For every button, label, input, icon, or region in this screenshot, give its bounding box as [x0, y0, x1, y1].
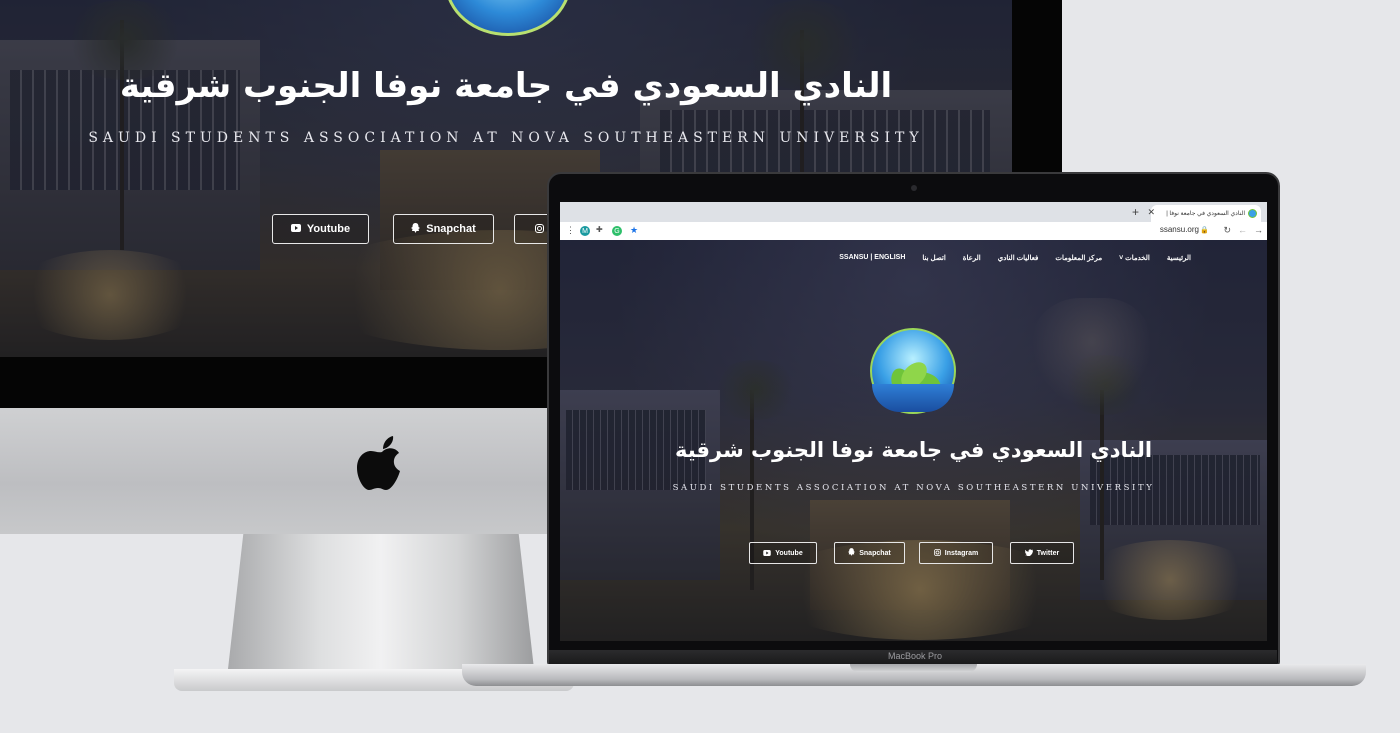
browser-menu-icon[interactable]: ⋮: [566, 225, 575, 236]
instagram-icon: [535, 223, 544, 235]
macbook-notch: [850, 664, 977, 672]
nav-english[interactable]: SSANSU | ENGLISH: [839, 254, 905, 262]
nav-services[interactable]: الخدمات ˅: [1119, 254, 1150, 262]
snapchat-button[interactable]: Snapchat: [834, 542, 905, 564]
nav-sponsors[interactable]: الرعاة: [963, 254, 981, 262]
youtube-icon: [763, 549, 771, 558]
imac-youtube-label: Youtube: [306, 223, 351, 235]
back-icon[interactable]: ←: [1238, 225, 1247, 235]
instagram-icon: [933, 548, 941, 558]
snapchat-icon: [411, 223, 421, 235]
close-tab-icon[interactable]: ✕: [1147, 207, 1155, 218]
youtube-icon: [290, 224, 301, 234]
twitter-label: Twitter: [1036, 549, 1060, 557]
browser-tab-title: النادي السعودي في جامعة نوفا |: [1166, 211, 1245, 217]
nav-club-events[interactable]: فعاليات النادي: [998, 254, 1039, 262]
nav-contact[interactable]: اتصل بنا: [922, 254, 945, 262]
snapchat-icon: [848, 548, 856, 558]
favicon-icon: [1248, 209, 1257, 218]
reload-icon[interactable]: ↻: [1223, 225, 1231, 236]
nav-services-label: الخدمات: [1125, 255, 1150, 262]
instagram-button[interactable]: Instagram: [919, 542, 993, 564]
macbook-screen: النادي السعودي في جامعة نوفا | ✕ + → ← ↻…: [560, 202, 1267, 641]
site-hero: الرئيسية الخدمات ˅ مركز المعلومات فعاليا…: [560, 240, 1267, 641]
site-subtitle: SAUDI STUDENTS ASSOCIATION AT NOVA SOUTH…: [672, 483, 1155, 493]
imac-stand: [228, 534, 534, 669]
imac-youtube-button[interactable]: Youtube: [272, 214, 369, 244]
macbook-model-label: MacBook Pro: [887, 651, 943, 661]
extensions-icon[interactable]: ✚: [596, 225, 603, 234]
nav-home[interactable]: الرئيسية: [1167, 254, 1191, 262]
imac-site-subtitle: SAUDI STUDENTS ASSOCIATION AT NOVA SOUTH…: [88, 130, 924, 146]
bookmark-star-icon[interactable]: ★: [630, 225, 638, 236]
apple-logo-icon: [356, 434, 408, 498]
imac-site-title: النادي السعودي في جامعة نوفا الجنوب شرقي…: [119, 66, 893, 106]
browser-tab[interactable]: النادي السعودي في جامعة نوفا |: [1151, 205, 1261, 222]
forward-icon[interactable]: →: [1254, 225, 1263, 235]
site-title: النادي السعودي في جامعة نوفا الجنوب شرقي…: [674, 438, 1153, 462]
instagram-label: Instagram: [944, 549, 979, 557]
twitter-icon: [1024, 548, 1033, 558]
youtube-label: Youtube: [775, 549, 803, 557]
imac-chin: [0, 408, 560, 534]
lock-icon: 🔒: [1200, 227, 1209, 234]
browser-address-bar: → ← ↻ 🔒 ssansu.org ⋮ M ✚ G ★: [560, 222, 1267, 241]
new-tab-icon[interactable]: +: [1132, 205, 1139, 219]
imac-snapchat-button[interactable]: Snapchat: [393, 214, 494, 244]
youtube-button[interactable]: Youtube: [749, 542, 817, 564]
macbook-camera: [911, 185, 917, 191]
profile-avatar-icon[interactable]: M: [580, 226, 590, 236]
site-navigation: الرئيسية الخدمات ˅ مركز المعلومات فعاليا…: [839, 254, 1191, 262]
url-text[interactable]: ssansu.org: [1160, 225, 1199, 234]
nav-info-center[interactable]: مركز المعلومات: [1055, 254, 1102, 262]
imac-snapchat-label: Snapchat: [426, 223, 476, 235]
twitter-button[interactable]: Twitter: [1010, 542, 1074, 564]
snapchat-label: Snapchat: [859, 549, 891, 557]
chevron-down-icon: ˅: [1119, 255, 1124, 262]
grammarly-icon[interactable]: G: [612, 226, 622, 236]
site-logo: [870, 328, 956, 414]
